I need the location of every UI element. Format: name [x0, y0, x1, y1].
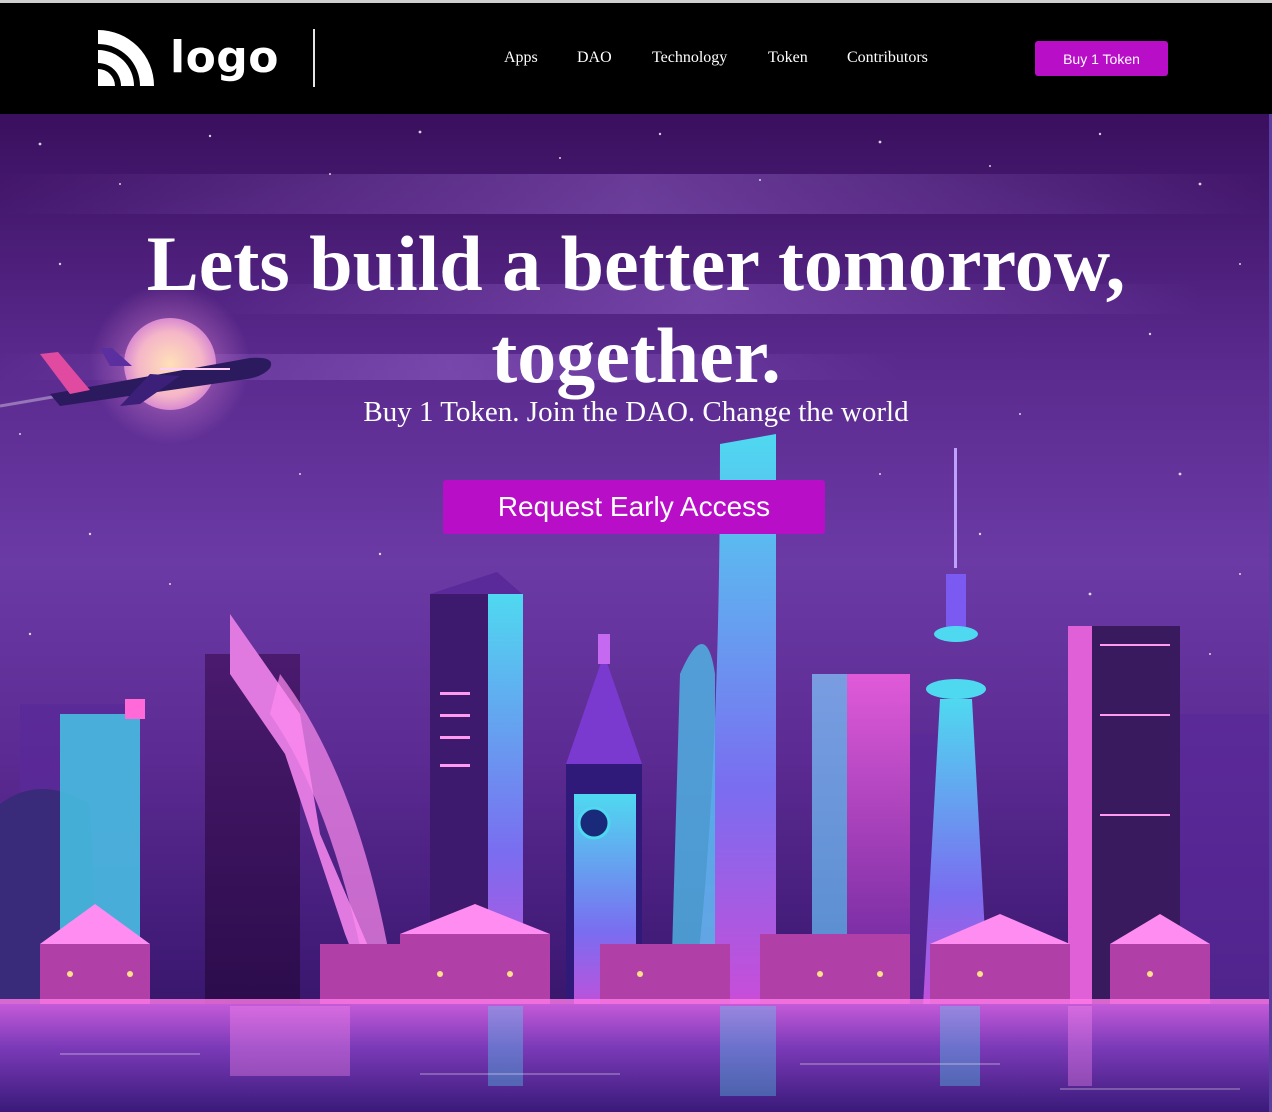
site-header: logo Apps DAO Technology Token Contribut… — [0, 3, 1272, 114]
hero-headline: Lets build a better tomorrow, together. — [0, 218, 1272, 402]
nav-item-dao[interactable]: DAO — [577, 49, 612, 67]
nav-item-contributors[interactable]: Contributors — [847, 49, 928, 67]
header-divider — [313, 29, 315, 87]
hero-headline-line1: Lets build a better tomorrow, — [146, 220, 1126, 307]
hero-subline: Buy 1 Token. Join the DAO. Change the wo… — [363, 396, 909, 428]
nav-item-apps[interactable]: Apps — [504, 49, 538, 67]
logo-text: logo — [170, 32, 280, 83]
logo-mark-icon — [98, 30, 154, 86]
nav-item-technology[interactable]: Technology — [652, 49, 727, 67]
hero-headline-line2: together. — [491, 312, 781, 399]
hero-section: Lets build a better tomorrow, together. … — [0, 114, 1272, 1112]
buy-token-button[interactable]: Buy 1 Token — [1035, 41, 1168, 76]
nav-item-token[interactable]: Token — [768, 49, 808, 67]
logo[interactable]: logo — [96, 28, 279, 88]
request-early-access-button[interactable]: Request Early Access — [443, 480, 825, 534]
